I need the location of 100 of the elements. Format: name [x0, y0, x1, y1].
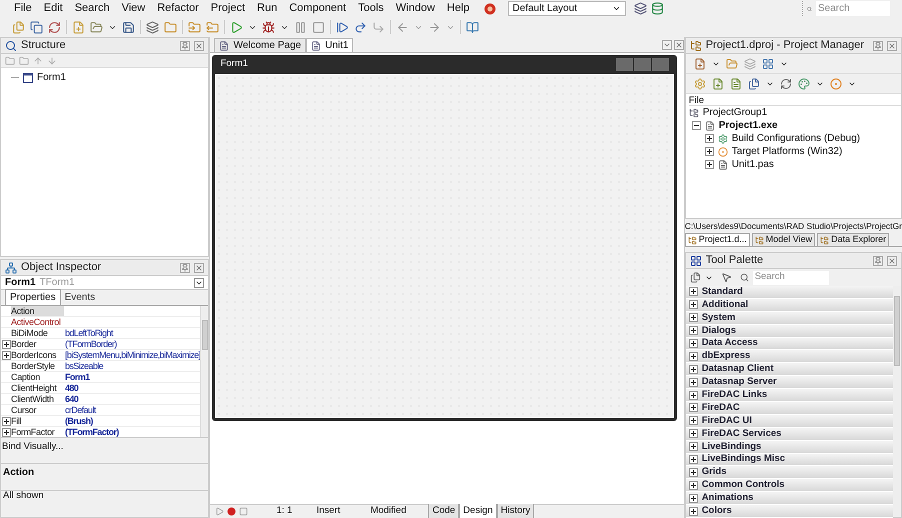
tree-item[interactable]: ProjectGroup1 [702, 105, 768, 120]
forward-icon[interactable] [428, 20, 441, 34]
plus-box-icon[interactable] [688, 506, 698, 516]
plus-box-icon[interactable] [688, 429, 698, 438]
layers-icon[interactable] [146, 20, 159, 34]
property-name[interactable]: BorderStyle [11, 361, 64, 371]
plus-box-icon[interactable] [688, 442, 698, 452]
view-tab[interactable]: Design [459, 504, 497, 518]
plus-box-icon[interactable] [2, 416, 10, 426]
palette-category[interactable]: Dialogs [686, 324, 893, 338]
plus-box-icon[interactable] [688, 300, 698, 310]
property-value[interactable]: 640 [64, 394, 78, 404]
plus-box-icon[interactable] [688, 326, 698, 336]
stop-icon[interactable] [312, 20, 325, 34]
tab[interactable]: Events [60, 290, 100, 305]
property-value[interactable]: [biSystemMenu,biMinimize,biMaximize] [64, 350, 200, 360]
plus-box-icon[interactable] [688, 403, 698, 412]
save-icon[interactable] [122, 20, 135, 34]
step-icon[interactable] [336, 20, 349, 34]
close-icon[interactable] [194, 262, 204, 272]
maximize-button[interactable] [634, 58, 652, 71]
menu-item[interactable]: Search [68, 0, 116, 17]
record-icon[interactable] [227, 507, 236, 516]
tree-item[interactable]: Unit1.pas [732, 157, 774, 172]
scrollbar[interactable] [893, 286, 901, 517]
plus-box-icon[interactable] [688, 455, 698, 464]
property-name[interactable]: ClientWidth [11, 394, 64, 404]
layout-combo[interactable]: Default Layout [508, 1, 626, 16]
tree-item[interactable]: Build Configurations (Debug) [732, 131, 860, 146]
tab[interactable]: Properties [5, 289, 61, 305]
categories-icon[interactable] [690, 272, 701, 283]
plus-box-icon[interactable] [688, 352, 698, 361]
palette-category[interactable]: FireDAC [686, 402, 893, 415]
property-value[interactable]: crDefault [64, 405, 96, 415]
plus-box-icon[interactable] [704, 147, 714, 156]
panel-tab[interactable]: Model View [752, 233, 816, 246]
menu-item[interactable]: Help [440, 0, 476, 17]
property-name[interactable]: Fill [11, 416, 64, 426]
view-tab[interactable]: History [496, 504, 534, 518]
plus-box-icon[interactable] [688, 390, 698, 400]
pin-icon[interactable] [180, 40, 190, 50]
palette-category[interactable]: FireDAC UI [686, 414, 893, 428]
palette-category[interactable]: Animations [686, 492, 893, 506]
property-value[interactable]: bsSizeable [64, 361, 104, 371]
pause-icon[interactable] [294, 20, 307, 34]
minus-box-icon[interactable] [692, 121, 701, 130]
property-name[interactable]: Cursor [11, 405, 64, 415]
plus-box-icon[interactable] [688, 313, 698, 322]
debug-icon[interactable] [262, 20, 275, 34]
property-name[interactable]: ClientHeight [11, 383, 64, 393]
menu-item[interactable]: Project [204, 0, 252, 17]
menu-item[interactable]: View [116, 0, 152, 17]
step-over-icon[interactable] [354, 20, 367, 34]
plus-box-icon[interactable] [2, 428, 10, 436]
property-name[interactable]: Action [11, 306, 64, 316]
palette-category[interactable]: FireDAC Links [686, 389, 893, 402]
plus-box-icon[interactable] [2, 340, 10, 348]
property-name[interactable]: BiDiMode [11, 328, 64, 338]
search-field[interactable]: Search [816, 1, 890, 16]
palette-category[interactable]: Data Access [686, 338, 893, 350]
close-icon[interactable] [194, 40, 204, 50]
palette-category[interactable]: System [686, 312, 893, 325]
view-tab[interactable]: Code [428, 504, 460, 518]
close-icon[interactable] [887, 40, 897, 50]
property-value[interactable]: (TFormBorder) [64, 339, 117, 349]
menu-item[interactable]: Edit [38, 0, 69, 17]
plus-box-icon[interactable] [688, 494, 698, 503]
scrollbar[interactable] [200, 306, 208, 437]
plus-box-icon[interactable] [688, 378, 698, 387]
form-designer[interactable]: Form1 [212, 55, 678, 421]
menu-item[interactable]: File [8, 0, 38, 17]
ring-icon[interactable] [830, 78, 842, 90]
pin-icon[interactable] [180, 262, 190, 272]
palette-category[interactable]: Standard [686, 286, 893, 299]
windows-icon[interactable] [30, 20, 43, 34]
bind-visually-link[interactable]: Bind Visually... [2, 441, 64, 452]
grid-icon[interactable] [762, 58, 774, 70]
property-value[interactable]: 480 [64, 383, 78, 393]
plus-box-icon[interactable] [688, 364, 698, 374]
property-name[interactable]: ActiveControl [11, 317, 64, 327]
back-icon[interactable] [396, 20, 409, 34]
close-button[interactable] [652, 58, 670, 71]
plus-box-icon[interactable] [688, 480, 698, 490]
database-icon[interactable] [650, 2, 664, 15]
plus-box-icon[interactable] [704, 160, 714, 169]
plus-box-icon[interactable] [688, 416, 698, 426]
stop-icon[interactable] [239, 507, 248, 516]
palette-category[interactable]: Additional [686, 298, 893, 312]
palette-category[interactable]: FireDAC Services [686, 428, 893, 441]
open-folder-icon[interactable] [90, 20, 103, 34]
panel-tab[interactable]: Project1.d... [684, 233, 750, 246]
panel-tab[interactable]: Data Explorer [817, 233, 890, 246]
pin-icon[interactable] [873, 256, 883, 266]
tree-item[interactable]: Form1 [37, 70, 66, 85]
layers-icon[interactable] [634, 2, 647, 15]
palette-category[interactable]: Datasnap Client [686, 363, 893, 376]
play-icon[interactable] [215, 507, 224, 516]
refresh-icon[interactable] [780, 78, 792, 90]
palette-category[interactable]: Colors [686, 505, 893, 518]
pin-icon[interactable] [873, 40, 883, 50]
